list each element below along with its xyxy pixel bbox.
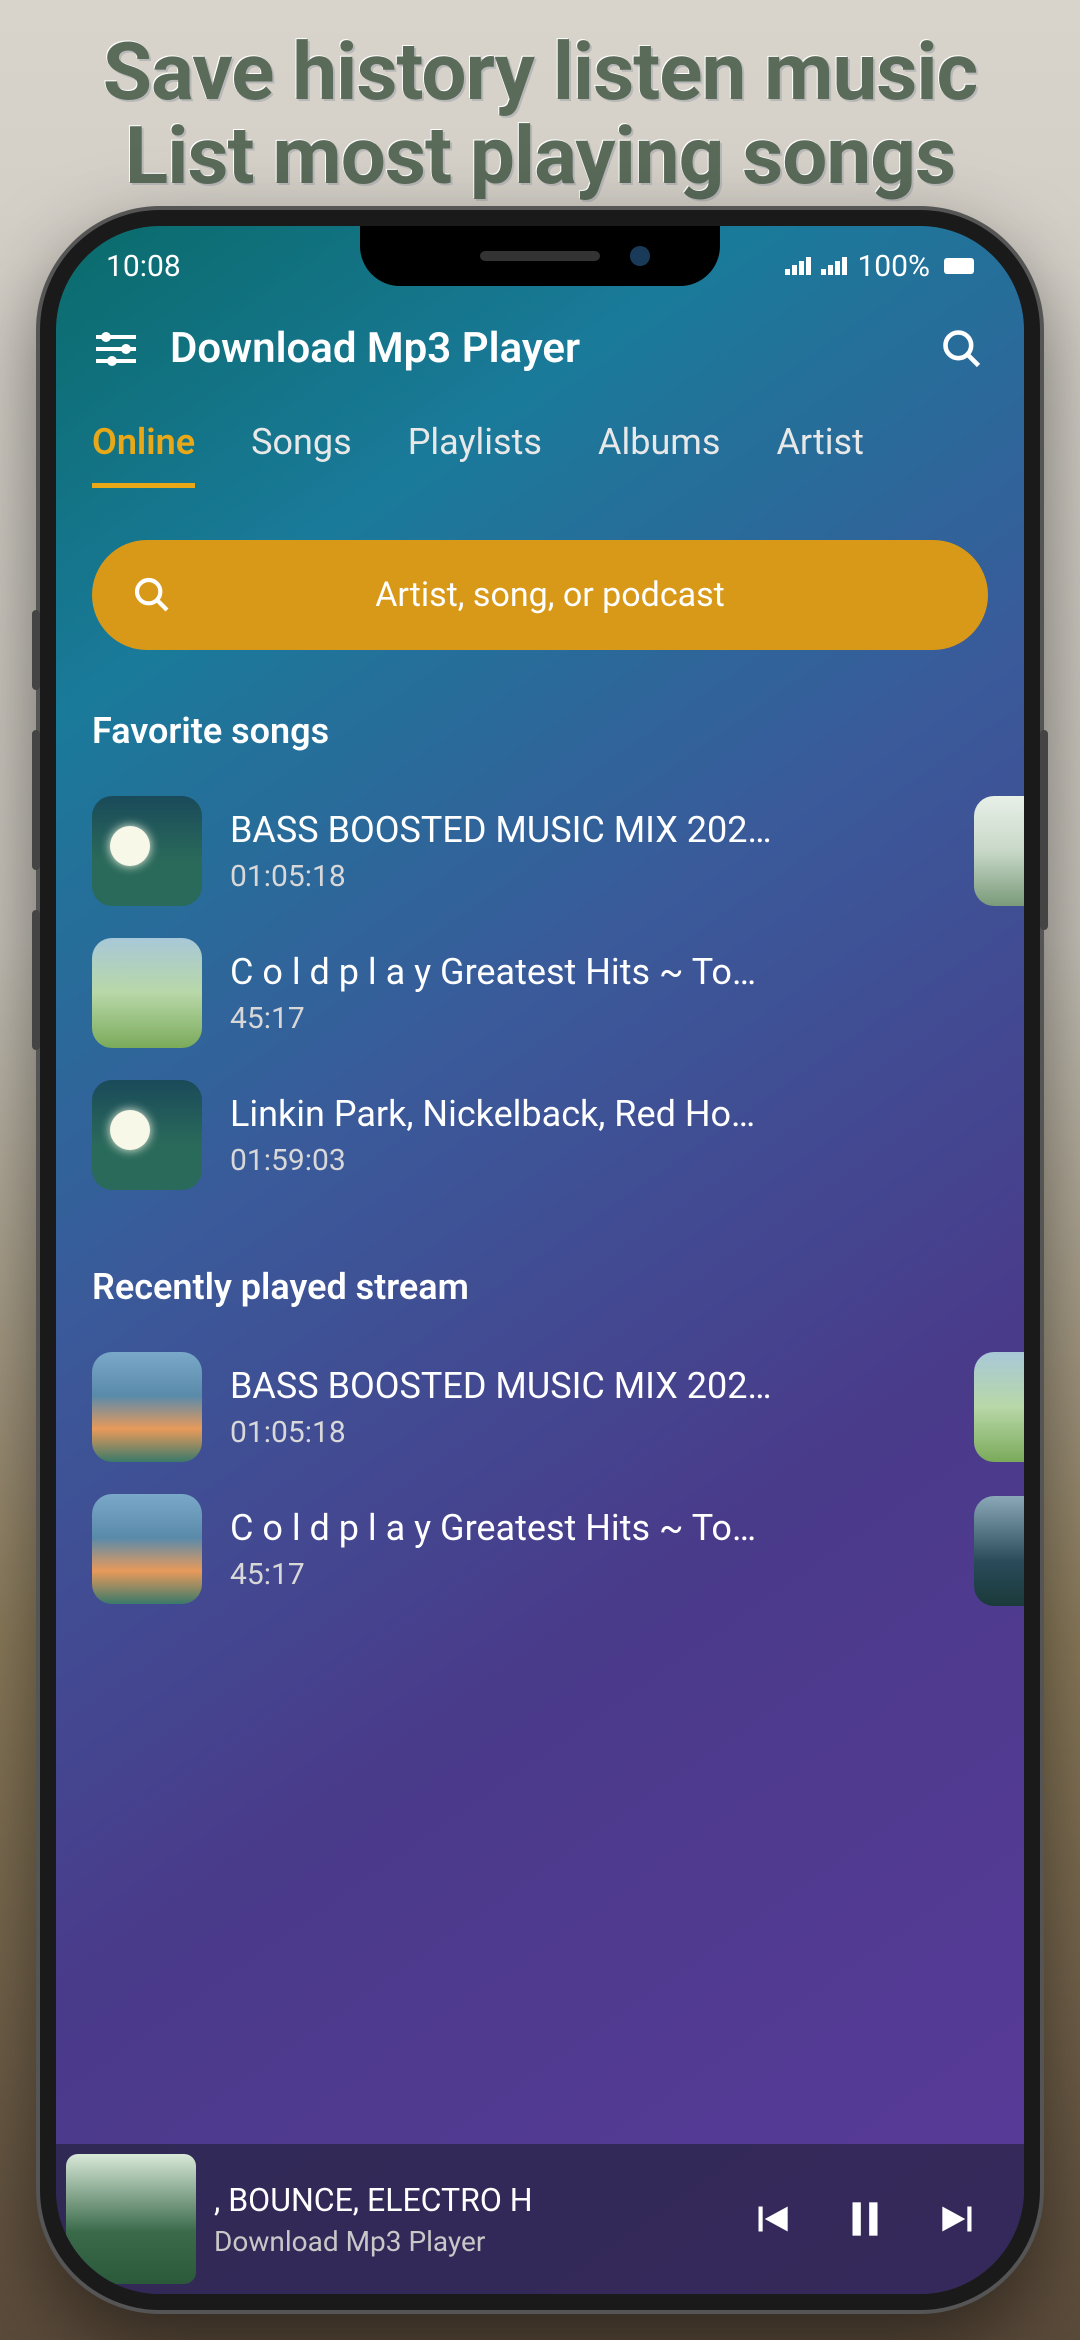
song-title: C o l d p l a y Greatest Hits ~ To… [230, 951, 988, 993]
song-item[interactable]: BASS BOOSTED MUSIC MIX 202… 01:05:18 [92, 780, 988, 922]
tab-albums[interactable]: Albums [598, 421, 720, 488]
song-duration: 45:17 [230, 1001, 988, 1036]
favorites-title: Favorite songs [56, 650, 1024, 780]
song-title: BASS BOOSTED MUSIC MIX 202… [230, 1365, 988, 1407]
song-duration: 01:05:18 [230, 859, 988, 894]
status-right: 100% [785, 249, 974, 284]
song-info: BASS BOOSTED MUSIC MIX 202… 01:05:18 [230, 809, 988, 894]
search-bar[interactable]: Artist, song, or podcast [92, 540, 988, 650]
song-thumbnail [92, 1494, 202, 1604]
signal-icon [821, 257, 847, 275]
recent-title: Recently played stream [56, 1206, 1024, 1336]
recent-list: BASS BOOSTED MUSIC MIX 202… 01:05:18 C o… [56, 1336, 1024, 1620]
song-item[interactable]: C o l d p l a y Greatest Hits ~ To… 45:1… [92, 922, 988, 1064]
song-thumbnail [92, 1352, 202, 1462]
song-title: Linkin Park, Nickelback, Red Ho… [230, 1093, 988, 1135]
now-playing-thumbnail [66, 2154, 196, 2284]
search-placeholder: Artist, song, or podcast [192, 575, 948, 615]
app-title: Download Mp3 Player [170, 324, 910, 373]
tab-playlists[interactable]: Playlists [408, 421, 542, 488]
search-icon[interactable] [940, 327, 984, 371]
status-time: 10:08 [106, 249, 181, 284]
signal-icon [785, 257, 811, 275]
song-duration: 45:17 [230, 1557, 988, 1592]
song-title: BASS BOOSTED MUSIC MIX 202… [230, 809, 988, 851]
now-playing-title: , BOUNCE, ELECTRO H [214, 2181, 726, 2219]
song-item[interactable]: Linkin Park, Nickelback, Red Ho… 01:59:0… [92, 1064, 988, 1206]
equalizer-icon[interactable] [92, 325, 140, 373]
search-icon [132, 575, 172, 615]
song-title: C o l d p l a y Greatest Hits ~ To… [230, 1507, 988, 1549]
previous-track-icon[interactable] [746, 2194, 796, 2244]
app-header: Download Mp3 Player [56, 306, 1024, 391]
now-playing-bar[interactable]: , BOUNCE, ELECTRO H Download Mp3 Player [56, 2144, 1024, 2294]
song-thumbnail [92, 1080, 202, 1190]
song-info: Linkin Park, Nickelback, Red Ho… 01:59:0… [230, 1093, 988, 1178]
song-item[interactable]: C o l d p l a y Greatest Hits ~ To… 45:1… [92, 1478, 988, 1620]
phone-side-button [32, 910, 40, 1050]
phone-notch [360, 226, 720, 286]
promo-headline: Save history listen music List most play… [0, 0, 1080, 198]
peek-thumbnail[interactable] [974, 1496, 1024, 1606]
song-duration: 01:05:18 [230, 1415, 988, 1450]
playback-controls [726, 2194, 1004, 2244]
now-playing-subtitle: Download Mp3 Player [214, 2225, 726, 2258]
song-info: BASS BOOSTED MUSIC MIX 202… 01:05:18 [230, 1365, 988, 1450]
phone-screen: 10:08 100% Download Mp3 Player [56, 226, 1024, 2294]
song-thumbnail [92, 796, 202, 906]
phone-frame: 10:08 100% Download Mp3 Player [40, 210, 1040, 2310]
tab-songs[interactable]: Songs [251, 421, 352, 488]
phone-side-button [32, 610, 40, 690]
song-item[interactable]: BASS BOOSTED MUSIC MIX 202… 01:05:18 [92, 1336, 988, 1478]
pause-icon[interactable] [840, 2194, 890, 2244]
tab-artist[interactable]: Artist [776, 421, 863, 488]
song-info: C o l d p l a y Greatest Hits ~ To… 45:1… [230, 1507, 988, 1592]
peek-thumbnail[interactable] [974, 1352, 1024, 1462]
phone-side-button [1040, 730, 1048, 930]
phone-side-button [32, 730, 40, 870]
battery-icon [944, 258, 974, 274]
peek-thumbnail[interactable] [974, 796, 1024, 906]
tab-online[interactable]: Online [92, 421, 195, 488]
now-playing-info: , BOUNCE, ELECTRO H Download Mp3 Player [206, 2181, 726, 2258]
song-info: C o l d p l a y Greatest Hits ~ To… 45:1… [230, 951, 988, 1036]
promo-line-2: List most playing songs [0, 114, 1080, 198]
tabs-bar: Online Songs Playlists Albums Artist [56, 391, 1024, 488]
favorites-list: BASS BOOSTED MUSIC MIX 202… 01:05:18 C o… [56, 780, 1024, 1206]
song-duration: 01:59:03 [230, 1143, 988, 1178]
front-camera-icon [630, 246, 650, 266]
battery-text: 100% [857, 249, 930, 284]
song-thumbnail [92, 938, 202, 1048]
next-track-icon[interactable] [934, 2194, 984, 2244]
speaker-grill-icon [480, 251, 600, 261]
promo-line-1: Save history listen music [0, 30, 1080, 114]
